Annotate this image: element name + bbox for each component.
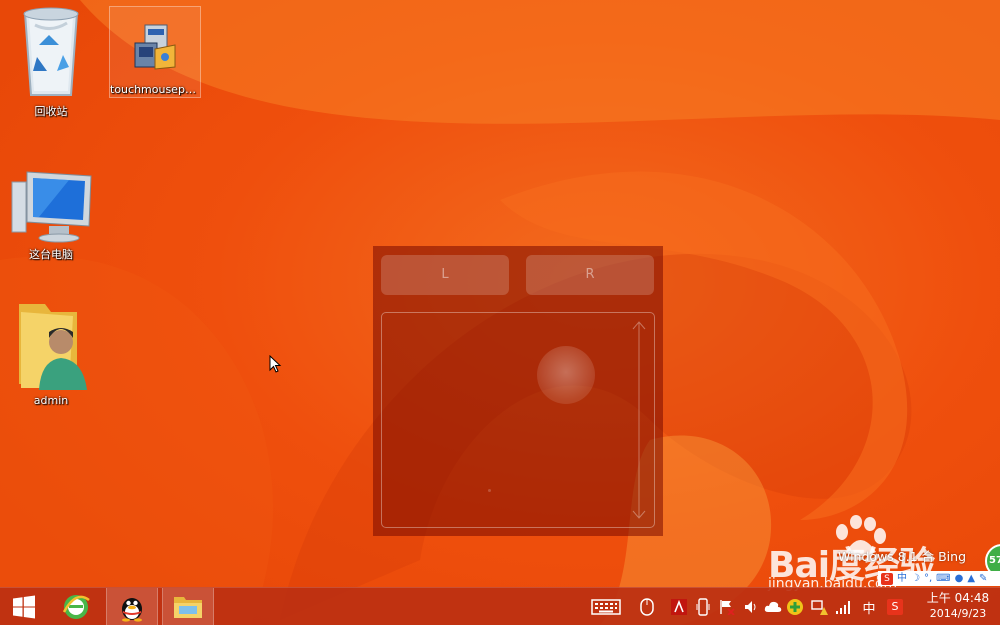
ime-indicator[interactable]: 中 — [860, 598, 878, 617]
windows-build-text: Windows 8.1 合 Bing — [838, 549, 967, 564]
start-icon — [13, 595, 35, 619]
signal-icon[interactable] — [834, 598, 852, 616]
volume-icon[interactable] — [742, 598, 760, 616]
adobe-icon[interactable] — [670, 598, 688, 616]
desktop-icon-label: 这台电脑 — [29, 248, 73, 261]
ime-toolbar[interactable]: S 中 ☽ °, ⌨ ● ▲ ✎ — [878, 571, 1000, 586]
desktop-icon-recycle-bin[interactable]: 回收站 — [5, 5, 97, 119]
left-click-button[interactable]: L — [381, 255, 509, 295]
user-folder-icon — [19, 304, 87, 390]
file-explorer-icon — [174, 597, 202, 618]
user-icon[interactable]: ● — [955, 571, 964, 586]
moon-icon[interactable]: ☽ — [911, 571, 920, 586]
action-center-flag-icon[interactable] — [718, 598, 736, 616]
touch-mouse-pad[interactable]: L R — [373, 246, 663, 536]
center-dot — [488, 489, 491, 492]
touch-area[interactable] — [381, 312, 655, 528]
clock-date: 2014/9/23 — [929, 607, 987, 620]
desktop-icon-label: admin — [33, 394, 69, 407]
desktop-icon-touchmouse-installer[interactable]: touchmousepo... — [109, 6, 201, 98]
wrench-icon[interactable]: ✎ — [979, 571, 987, 586]
taskbar-ie-button[interactable] — [50, 588, 102, 625]
ie-icon — [62, 595, 90, 619]
phone-icon[interactable] — [694, 598, 712, 616]
sogou-logo: S — [887, 599, 903, 615]
ime-mode[interactable]: 中 — [897, 571, 907, 586]
keyboard-icon[interactable]: ⌨ — [936, 571, 950, 586]
desktop-icon-label: touchmousepo... — [110, 83, 200, 96]
taskbar-qq-button[interactable] — [106, 588, 158, 625]
desktop-icon-label: 回收站 — [34, 105, 68, 118]
desktop-icon-this-pc[interactable]: 这台电脑 — [5, 168, 97, 262]
touch-position-indicator — [537, 346, 595, 404]
sogou-logo-icon[interactable]: S — [881, 572, 893, 585]
network-warning-icon[interactable] — [810, 598, 828, 616]
clock-time: 上午 04:48 — [926, 591, 990, 605]
installer-icon — [134, 24, 176, 70]
system-clock[interactable]: 上午 04:48 2014/9/23 — [920, 591, 996, 621]
scroll-strip[interactable] — [632, 317, 646, 523]
desktop: 回收站 touchmousepo... 这台电脑 admin L R Bai度经… — [0, 0, 1000, 625]
shirt-icon[interactable]: ▲ — [967, 571, 975, 586]
taskbar: 中 S 上午 04:48 2014/9/23 — [0, 587, 1000, 625]
computer-icon — [11, 171, 92, 243]
security-icon[interactable] — [786, 598, 804, 616]
taskbar-explorer-button[interactable] — [162, 588, 214, 625]
cloud-icon[interactable] — [764, 598, 782, 616]
mouse-pointer-icon — [269, 355, 282, 373]
dot-icon[interactable]: °, — [924, 571, 932, 586]
mouse-icon[interactable] — [638, 598, 656, 616]
touch-keyboard-icon[interactable] — [590, 598, 622, 616]
recycle-bin-icon — [23, 7, 79, 96]
right-click-button[interactable]: R — [526, 255, 654, 295]
qq-icon — [122, 598, 142, 622]
sogou-icon[interactable]: S — [886, 598, 904, 616]
start-button[interactable] — [0, 588, 48, 625]
desktop-icon-admin[interactable]: admin — [5, 298, 97, 407]
